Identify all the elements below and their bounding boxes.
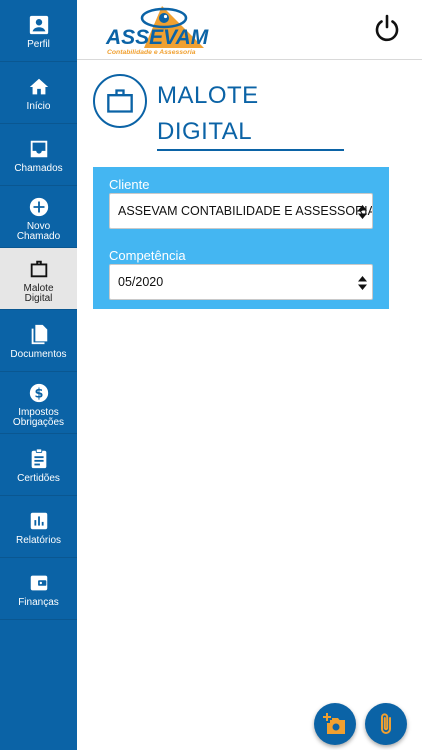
sidebar-item-label: Início xyxy=(26,101,51,112)
competencia-label: Competência xyxy=(109,248,186,263)
dollar-circle-icon: $ xyxy=(29,383,48,403)
add-photo-button[interactable] xyxy=(314,703,356,745)
sidebar: Perfil Início Chamados Novo Chamado Malo… xyxy=(0,0,77,750)
inbox-icon xyxy=(30,140,47,158)
clipboard-icon xyxy=(31,448,46,469)
sidebar-item-label: Relatórios xyxy=(15,535,62,546)
sidebar-item-label: Certidões xyxy=(17,473,60,484)
add-photo-icon xyxy=(323,713,345,734)
page-title-line2: DIGITAL xyxy=(157,118,253,145)
paperclip-icon xyxy=(381,713,391,734)
sidebar-item-chamados[interactable]: Chamados xyxy=(0,124,77,186)
select-arrows-icon xyxy=(358,276,367,290)
top-header: ASSEVAM Contabilidade e Assessoria xyxy=(77,0,422,60)
page-title-icon xyxy=(93,74,147,128)
person-badge-icon xyxy=(29,15,48,35)
sidebar-item-impostos-obrigacoes[interactable]: $ Impostos Obrigações xyxy=(0,372,77,434)
logo-subtitle: Contabilidade e Assessoria xyxy=(107,49,196,56)
sidebar-item-label: Perfil xyxy=(27,39,50,50)
bar-chart-icon xyxy=(30,512,47,530)
sidebar-item-label: Documentos xyxy=(10,349,67,360)
competencia-select[interactable]: 05/2020 xyxy=(109,264,373,300)
sidebar-item-label: Impostos Obrigações xyxy=(12,407,65,428)
briefcase-icon xyxy=(107,89,133,113)
competencia-select-value: 05/2020 xyxy=(118,275,164,289)
sidebar-item-label: Finanças xyxy=(18,597,59,608)
sidebar-item-label: Novo Chamado xyxy=(16,221,61,242)
select-arrows-icon xyxy=(358,205,367,219)
title-underline xyxy=(157,149,344,151)
cliente-label: Cliente xyxy=(109,177,150,192)
page-title: MALOTE DIGITAL xyxy=(157,78,357,150)
logo-text: ASSEVAM xyxy=(105,26,209,49)
page-title-line1: MALOTE xyxy=(157,82,259,109)
home-icon xyxy=(29,78,48,95)
cliente-select-value: ASSEVAM CONTABILIDADE E ASSESSORIA E xyxy=(118,204,373,218)
filter-panel: Cliente ASSEVAM CONTABILIDADE E ASSESSOR… xyxy=(93,167,389,309)
sidebar-item-relatorios[interactable]: Relatórios xyxy=(0,496,77,558)
sidebar-item-label: Chamados xyxy=(14,163,63,174)
svg-text:$: $ xyxy=(34,387,43,402)
assevam-logo: ASSEVAM Contabilidade e Assessoria xyxy=(105,6,209,56)
cliente-select[interactable]: ASSEVAM CONTABILIDADE E ASSESSORIA E xyxy=(109,193,373,229)
sidebar-item-perfil[interactable]: Perfil xyxy=(0,0,77,62)
attach-file-button[interactable] xyxy=(365,703,407,745)
sidebar-item-inicio[interactable]: Início xyxy=(0,62,77,124)
sidebar-item-certidoes[interactable]: Certidões xyxy=(0,434,77,496)
sidebar-item-novo-chamado[interactable]: Novo Chamado xyxy=(0,186,77,248)
sidebar-item-label: Malote Digital xyxy=(23,283,54,304)
plus-circle-icon xyxy=(29,197,48,217)
sidebar-item-malote-digital[interactable]: Malote Digital xyxy=(0,248,77,310)
briefcase-icon xyxy=(30,260,47,278)
documents-icon xyxy=(31,324,47,345)
power-icon[interactable] xyxy=(372,13,402,43)
wallet-icon xyxy=(30,575,47,591)
sidebar-item-financas[interactable]: Finanças xyxy=(0,558,77,620)
sidebar-item-documentos[interactable]: Documentos xyxy=(0,310,77,372)
